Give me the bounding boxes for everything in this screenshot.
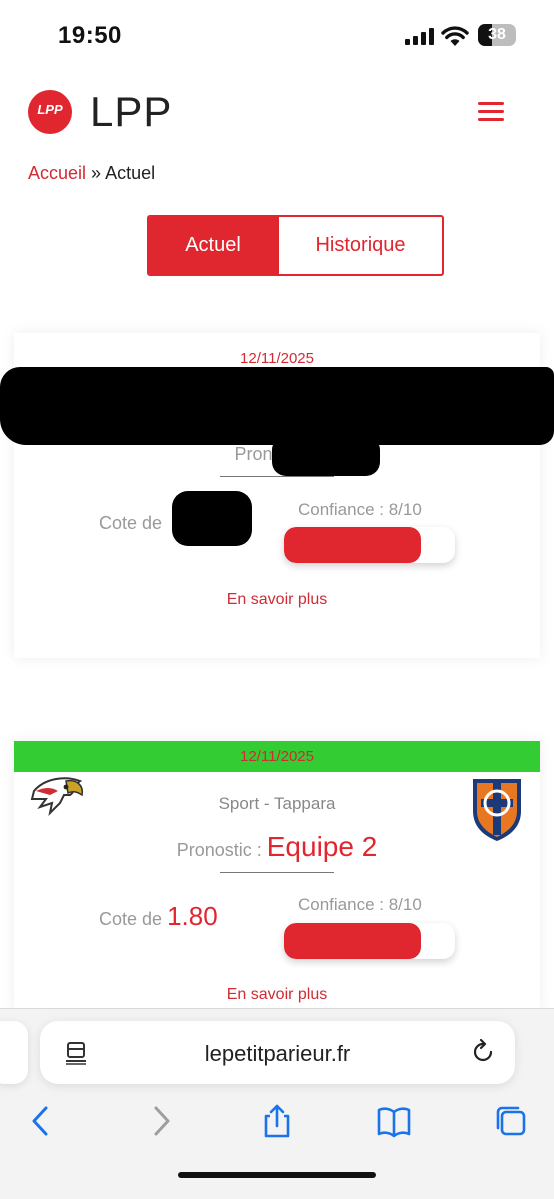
breadcrumb-separator: » (91, 163, 102, 183)
confidence-bar (284, 527, 455, 563)
url-text: lepetitparieur.fr (204, 1041, 351, 1066)
breadcrumb: Accueil » Actuel (28, 163, 155, 184)
address-bar[interactable]: lepetitparieur.fr (40, 1021, 515, 1084)
confidence-bar-fill (284, 923, 421, 959)
wifi-icon (441, 26, 469, 46)
site-logo[interactable]: LPP (28, 90, 72, 134)
breadcrumb-current: Actuel (105, 163, 156, 183)
home-indicator (178, 1172, 376, 1178)
card-date: 12/11/2025 (240, 748, 314, 765)
cellular-signal-icon (405, 28, 435, 45)
match-teams: Sport - Tappara (218, 794, 336, 813)
cote-line: Cote de 1.80 (99, 901, 218, 932)
prono-divider (220, 476, 334, 477)
tabs-overview-icon[interactable] (494, 1104, 528, 1138)
prono-value: Equipe 2 (266, 831, 378, 862)
status-bar: 19:50 38 (0, 0, 554, 70)
cote-label: Cote de (99, 513, 163, 533)
hamburger-menu-icon[interactable] (476, 100, 508, 124)
prono-divider (220, 872, 334, 873)
cote-value: 1.80 (167, 901, 218, 931)
status-time: 19:50 (58, 22, 122, 49)
more-info-link[interactable]: En savoir plus (14, 591, 540, 609)
battery-level: 38 (488, 26, 506, 43)
forward-icon[interactable] (144, 1104, 178, 1138)
confidence-bar-fill (284, 527, 421, 563)
share-icon[interactable] (260, 1104, 294, 1138)
logo-text: LPP (37, 102, 63, 117)
tab-switcher: Actuel Historique (147, 215, 444, 276)
confidence-bar (284, 923, 455, 959)
site-brand[interactable]: LPP (90, 88, 172, 136)
more-info-link[interactable]: En savoir plus (14, 986, 540, 1004)
redaction-block (172, 491, 252, 546)
card-date: 12/11/2025 (240, 350, 314, 367)
bookmarks-icon[interactable] (377, 1104, 411, 1138)
redaction-block (0, 367, 554, 445)
tab-historique[interactable]: Historique (277, 217, 442, 274)
battery-icon: 38 (478, 24, 516, 46)
confidence-label: Confiance : 8/10 (298, 500, 422, 519)
previous-tab-edge[interactable] (0, 1021, 28, 1084)
back-icon[interactable] (24, 1104, 58, 1138)
redaction-block (272, 436, 380, 476)
breadcrumb-home-link[interactable]: Accueil (28, 163, 86, 183)
prono-line: Pronostic : Equipe 2 (14, 831, 540, 863)
cote-label: Cote de (99, 909, 163, 929)
browser-toolbar: lepetitparieur.fr (0, 1008, 554, 1199)
prono-label: Pronostic : (176, 840, 262, 860)
tab-actuel[interactable]: Actuel (149, 217, 277, 274)
confidence-label: Confiance : 8/10 (298, 895, 422, 914)
reload-icon[interactable] (470, 1039, 496, 1065)
prediction-card: 12/11/2025 Sport - Tappara Pronostic : E… (14, 741, 540, 1011)
